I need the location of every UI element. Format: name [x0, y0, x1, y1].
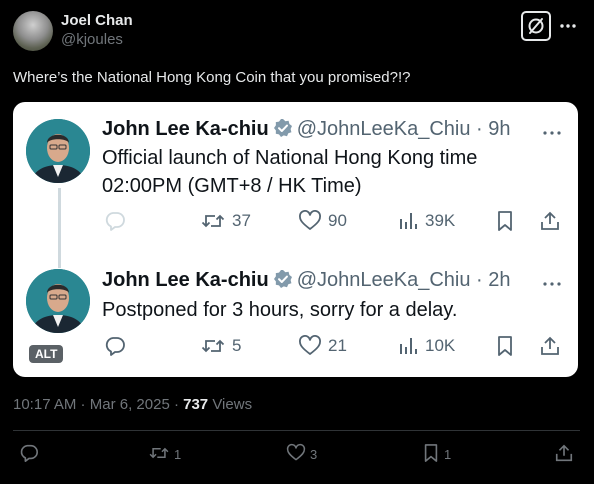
verified-icon [273, 118, 293, 145]
bookmark-icon [422, 443, 440, 466]
retweet-action: 5 [200, 335, 241, 357]
like-count: 3 [310, 447, 318, 462]
author-block: Joel Chan @kjoules [61, 12, 133, 50]
retweet-count: 37 [232, 211, 251, 230]
share-action [539, 335, 561, 357]
like-button[interactable]: 3 [286, 443, 317, 466]
share-action [539, 210, 561, 232]
more-icon [540, 125, 564, 135]
embedded-avatar [26, 269, 90, 333]
tweet-meta: 10:17 AM · Mar 6, 2025 · 737 Views [13, 396, 253, 413]
tweet-date[interactable]: Mar 6, 2025 [90, 396, 170, 413]
views-action: 10K [397, 335, 455, 357]
tweet-views-label: Views [212, 396, 253, 413]
like-count: 21 [328, 336, 347, 355]
verified-icon [273, 269, 293, 296]
tweet-views-count: 737 [183, 396, 209, 413]
thread-line [58, 188, 61, 268]
bookmark-action [495, 210, 515, 232]
retweet-action: 37 [200, 210, 251, 232]
reply-icon [104, 210, 126, 232]
embedded-post-line: Official launch of National Hong Kong ti… [102, 147, 478, 169]
like-action: 90 [298, 210, 347, 232]
embedded-post-age: 9h [488, 118, 511, 140]
views-icon [397, 335, 419, 357]
embedded-author-name: John Lee Ka-chiu [102, 269, 269, 291]
share-icon [539, 210, 561, 232]
like-count: 90 [328, 211, 347, 230]
grok-icon[interactable] [521, 11, 551, 41]
tweet-image[interactable]: John Lee Ka-chiu @JohnLeeKa_Chiu · 9h Off… [13, 102, 578, 377]
tweet-time[interactable]: 10:17 AM [13, 396, 76, 413]
embedded-post-text: Official launch of National Hong Kong ti… [102, 144, 477, 200]
views-icon [397, 210, 419, 232]
share-button[interactable] [554, 443, 574, 466]
alt-badge[interactable]: ALT [29, 345, 64, 363]
author-name[interactable]: Joel Chan [61, 12, 133, 30]
embedded-author-handle: @JohnLeeKa_Chiu [296, 118, 471, 140]
share-icon [554, 443, 574, 466]
embedded-post-header: John Lee Ka-chiu @JohnLeeKa_Chiu · 9h [102, 116, 511, 145]
reply-action [104, 210, 132, 232]
embedded-post-header: John Lee Ka-chiu @JohnLeeKa_Chiu · 2h [102, 267, 511, 296]
reply-icon [19, 443, 39, 466]
bookmark-action [495, 335, 515, 357]
retweet-icon [148, 443, 170, 466]
embedded-author-handle: @JohnLeeKa_Chiu [296, 269, 471, 291]
embedded-author-name: John Lee Ka-chiu [102, 118, 269, 140]
retweet-count: 1 [174, 447, 182, 462]
reply-button[interactable] [19, 443, 43, 466]
author-avatar[interactable] [13, 11, 53, 51]
like-action: 21 [298, 335, 347, 357]
embedded-post-text: Postponed for 3 hours, sorry for a delay… [102, 296, 457, 324]
share-icon [539, 335, 561, 357]
like-icon [298, 335, 322, 357]
reply-action [104, 335, 132, 357]
like-icon [286, 443, 306, 466]
more-icon[interactable] [556, 14, 580, 38]
retweet-button[interactable]: 1 [148, 443, 181, 466]
retweet-count: 5 [232, 336, 242, 355]
bookmark-icon [495, 335, 515, 357]
like-icon [298, 210, 322, 232]
bookmark-button[interactable]: 1 [422, 443, 451, 466]
views-action: 39K [397, 210, 455, 232]
retweet-icon [200, 210, 226, 232]
more-icon [540, 276, 564, 286]
embedded-avatar [26, 119, 90, 183]
views-count: 39K [425, 211, 456, 230]
embedded-post-age: 2h [488, 269, 511, 291]
embedded-post-line: 02:00PM (GMT+8 / HK Time) [102, 175, 362, 197]
retweet-icon [200, 335, 226, 357]
bookmark-count: 1 [444, 447, 452, 462]
divider [13, 430, 580, 431]
reply-icon [104, 335, 126, 357]
views-count: 10K [425, 336, 456, 355]
embedded-post-line: Postponed for 3 hours, sorry for a delay… [102, 299, 458, 321]
author-handle[interactable]: @kjoules [61, 30, 133, 50]
bookmark-icon [495, 210, 515, 232]
tweet-text: Where’s the National Hong Kong Coin that… [13, 69, 411, 86]
